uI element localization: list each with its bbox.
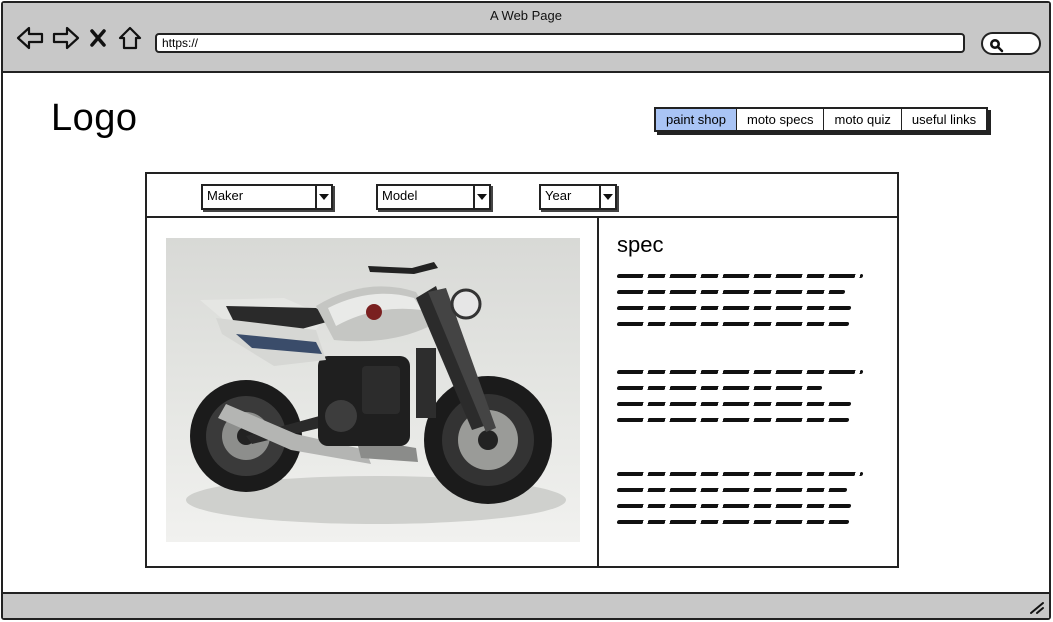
browser-nav (15, 23, 145, 53)
spec-paragraph (616, 274, 867, 338)
site-nav-tabs: paint shop moto specs moto quiz useful l… (654, 107, 989, 132)
browser-search-button[interactable] (981, 32, 1041, 55)
chevron-down-icon (315, 186, 331, 208)
window-title: A Web Page (489, 8, 563, 23)
resize-handle-icon[interactable] (1029, 599, 1045, 615)
motorcycle-image (166, 238, 580, 542)
search-icon (990, 39, 1004, 53)
site-logo[interactable]: Logo (51, 97, 138, 140)
close-icon[interactable] (87, 23, 109, 53)
browser-titlebar: A Web Page (3, 3, 1049, 73)
tab-moto-quiz[interactable]: moto quiz (823, 109, 900, 130)
spec-paragraph (616, 370, 867, 434)
tab-paint-shop[interactable]: paint shop (656, 109, 736, 130)
year-select-value: Year (545, 188, 572, 203)
browser-window: A Web Page Logo paint shop mot (1, 1, 1051, 620)
spec-paragraph (616, 472, 867, 536)
filter-bar: Maker Model Year (147, 174, 897, 218)
maker-select-value: Maker (207, 188, 244, 203)
chevron-down-icon (599, 186, 615, 208)
model-select-value: Model (382, 188, 418, 203)
year-select[interactable]: Year (539, 184, 617, 210)
maker-select[interactable]: Maker (201, 184, 333, 210)
model-select[interactable]: Model (376, 184, 491, 210)
tab-moto-specs[interactable]: moto specs (736, 109, 823, 130)
forward-arrow-icon[interactable] (51, 23, 81, 53)
home-icon[interactable] (115, 23, 145, 53)
content-frame: Maker Model Year spec (145, 172, 899, 568)
back-arrow-icon[interactable] (15, 23, 45, 53)
spec-heading: spec (617, 232, 664, 257)
address-bar[interactable] (155, 33, 965, 53)
browser-statusbar (3, 592, 1049, 618)
chevron-down-icon (473, 186, 489, 208)
panel-divider (597, 218, 599, 566)
tab-useful-links[interactable]: useful links (900, 109, 986, 130)
